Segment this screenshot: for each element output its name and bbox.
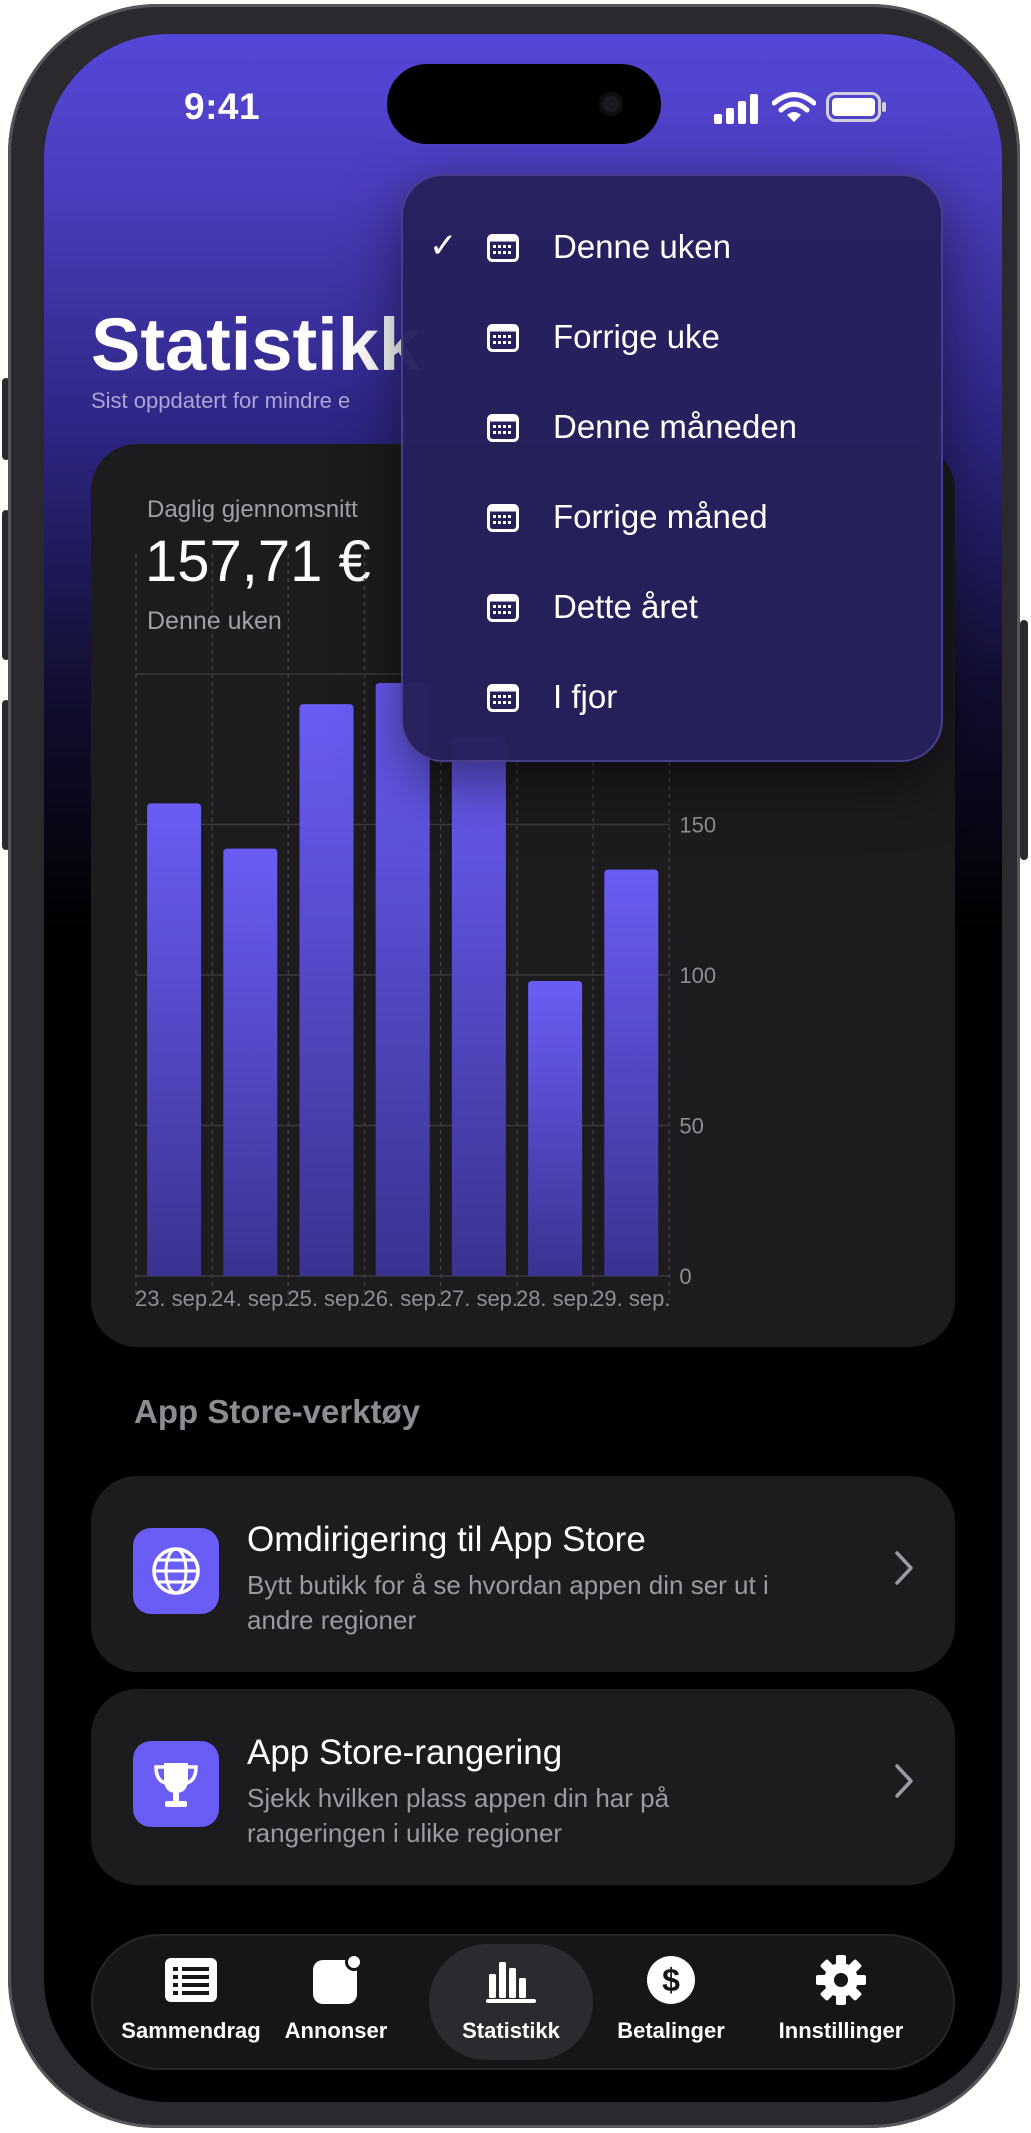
calendar-icon bbox=[487, 324, 519, 352]
svg-text:$: $ bbox=[662, 1962, 680, 1998]
tool-description: Bytt butikk for å se hvordan appen din s… bbox=[247, 1570, 769, 1635]
tool-title: App Store-rangering bbox=[247, 1733, 563, 1772]
x-tick-label: 27. sep. bbox=[440, 1286, 518, 1311]
app-store-redirect-card[interactable]: Omdirigering til App Store Bytt butikk f… bbox=[91, 1476, 955, 1672]
x-tick-label: 26. sep. bbox=[364, 1286, 442, 1311]
y-tick-label: 100 bbox=[679, 963, 716, 988]
x-tick-label: 29. sep. bbox=[592, 1286, 670, 1311]
tab-ads[interactable]: Annonser bbox=[271, 1944, 401, 2060]
screen: 9:41 Statistikk Sist oppdatert for mindr… bbox=[44, 34, 1002, 2102]
chart-bar bbox=[375, 683, 430, 1276]
tab-label: Betalinger bbox=[617, 2018, 725, 2043]
chart-bar bbox=[147, 803, 202, 1276]
ads-icon bbox=[313, 1954, 363, 2004]
globe-icon bbox=[152, 1547, 200, 1595]
x-tick-label: 24. sep. bbox=[211, 1286, 289, 1311]
tab-label: Annonser bbox=[284, 2018, 388, 2043]
list-icon bbox=[165, 1958, 217, 2002]
tab-label: Innstillinger bbox=[778, 2018, 904, 2043]
chart-bar bbox=[451, 737, 506, 1276]
tool-title: Omdirigering til App Store bbox=[247, 1520, 646, 1559]
tab-bar: Sammendrag Annonser Statistikk $ Betalin… bbox=[91, 1934, 955, 2070]
chart-bar bbox=[528, 981, 583, 1276]
calendar-icon bbox=[487, 414, 519, 442]
chart-bar bbox=[299, 704, 354, 1276]
tab-statistics[interactable]: Statistikk bbox=[429, 1944, 593, 2060]
gear-icon bbox=[816, 1955, 866, 2005]
tab-settings[interactable]: Innstillinger bbox=[751, 1944, 931, 2060]
globe-icon-tile bbox=[133, 1528, 219, 1614]
y-tick-label: 0 bbox=[679, 1264, 691, 1289]
tab-payments[interactable]: $ Betalinger bbox=[601, 1944, 741, 2060]
menu-item-label: Forrige måned bbox=[553, 498, 768, 535]
x-tick-label: 28. sep. bbox=[516, 1286, 594, 1311]
dollar-icon: $ bbox=[647, 1956, 695, 2004]
section-heading: App Store-verktøy bbox=[134, 1393, 421, 1430]
chevron-right-icon bbox=[895, 1764, 913, 1798]
menu-item-label: Denne uken bbox=[553, 228, 731, 265]
menu-item-label: Dette året bbox=[553, 588, 698, 625]
y-tick-label: 50 bbox=[679, 1114, 703, 1139]
tab-label: Sammendrag bbox=[121, 2018, 261, 2043]
calendar-icon bbox=[487, 684, 519, 712]
menu-item-this-year[interactable]: Dette året bbox=[403, 568, 941, 648]
power-button[interactable] bbox=[1020, 620, 1028, 860]
period-menu: ✓ Denne uken Forrige uke Denne måneden F… bbox=[401, 174, 943, 762]
chevron-right-icon bbox=[895, 1551, 913, 1585]
tab-label: Statistikk bbox=[462, 2018, 560, 2043]
tool-description: Sjekk hvilken plass appen din har på ran… bbox=[247, 1783, 670, 1848]
checkmark-icon: ✓ bbox=[429, 227, 458, 265]
x-tick-label: 25. sep. bbox=[287, 1286, 365, 1311]
chart-bar bbox=[223, 848, 278, 1276]
menu-item-label: Denne måneden bbox=[553, 408, 798, 445]
trophy-icon-tile bbox=[133, 1741, 219, 1827]
phone-frame: 9:41 Statistikk Sist oppdatert for mindr… bbox=[8, 4, 1020, 2128]
trophy-icon bbox=[154, 1763, 198, 1807]
y-tick-label: 150 bbox=[679, 813, 716, 838]
app-store-ranking-card[interactable]: App Store-rangering Sjekk hvilken plass … bbox=[91, 1689, 955, 1885]
calendar-icon bbox=[487, 504, 519, 532]
chart-bar bbox=[604, 869, 659, 1276]
menu-item-this-month[interactable]: Denne måneden bbox=[403, 388, 941, 468]
menu-item-last-year[interactable]: I fjor bbox=[403, 658, 941, 738]
menu-item-this-week[interactable]: ✓ Denne uken bbox=[403, 208, 941, 288]
chart-icon bbox=[486, 1962, 536, 2003]
tab-summary[interactable]: Sammendrag bbox=[111, 1944, 271, 2060]
calendar-icon bbox=[487, 594, 519, 622]
menu-item-label: I fjor bbox=[553, 678, 618, 715]
x-tick-label: 23. sep. bbox=[135, 1286, 213, 1311]
menu-item-last-week[interactable]: Forrige uke bbox=[403, 298, 941, 378]
menu-item-last-month[interactable]: Forrige måned bbox=[403, 478, 941, 558]
menu-item-label: Forrige uke bbox=[553, 318, 720, 355]
calendar-icon bbox=[487, 234, 519, 262]
